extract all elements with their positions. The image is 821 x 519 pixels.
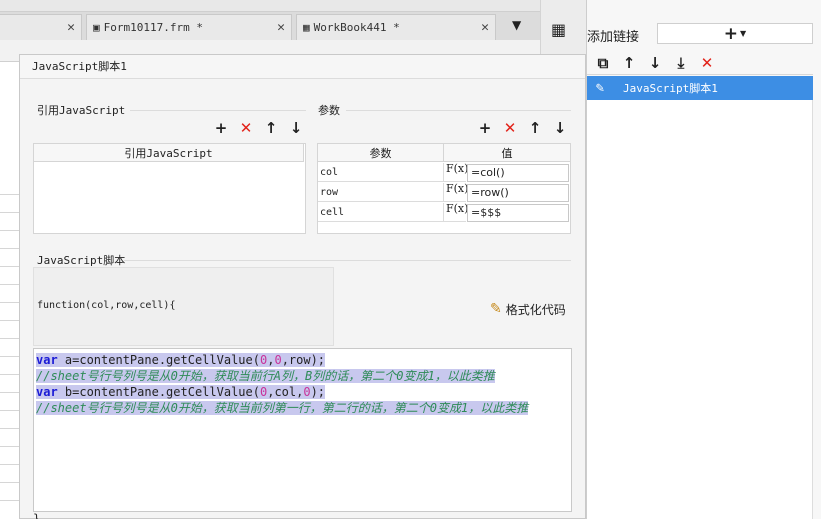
closing-brace: } [33,512,41,519]
tab-previous[interactable]: ✕ [0,14,82,40]
delete-icon[interactable]: ✕ [697,53,717,73]
keyword: var [36,385,58,399]
tab-workbook[interactable]: ▦ WorkBook441 * ✕ [296,14,496,40]
copy-icon[interactable]: ⧉ [593,53,613,73]
number-literal: 0 [303,385,311,399]
move-up-icon[interactable]: ↑ [526,119,544,137]
file-icon: ▣ [93,21,100,34]
param-column-header: 参数 [318,144,444,162]
grid-icon[interactable]: ▦ [551,20,566,39]
params-table: 参数 值 col F(x) =col() row F(x) =row() cel… [317,143,571,234]
keyword: var [36,353,58,367]
code-line: //sheet号行号列号是从0开始，获取当前列第一行，第二行的话，第二个0变成1… [36,400,569,416]
tab-menu-icon[interactable]: ▼ [512,18,521,32]
ref-js-column-header: 引用JavaScript [34,144,304,162]
add-link-button[interactable]: + ▼ [657,23,813,44]
code-comment: //sheet号行号列号是从0开始，获取当前行A列，B列的话，第二个0变成1，以… [36,369,495,383]
function-signature: function(col,row,cell){ [37,300,176,311]
code-text: b=contentPane.getCellValue( [57,385,260,399]
format-code-label: 格式化代码 [505,302,566,317]
format-code-button[interactable]: ✎ 格式化代码 [490,300,566,318]
params-section-title: 参数 [318,104,340,117]
close-icon[interactable]: ✕ [67,20,75,35]
hyperlink-panel: 添加链接 + ▼ ⧉ ↑ ↓ ⤓ ✕ ✎ JavaScript脚本1 [586,0,821,519]
add-icon[interactable]: + [476,119,494,137]
delete-icon[interactable]: ✕ [501,119,519,137]
param-name-cell[interactable]: col [318,163,444,182]
script-section-title: JavaScript脚本 [37,254,126,267]
ref-js-section-title: 引用JavaScript [37,104,126,117]
move-up-icon[interactable]: ↑ [619,53,639,73]
number-literal: 0 [274,353,282,367]
code-line: var a=contentPane.getCellValue(0,0,row); [36,352,569,368]
delete-icon[interactable]: ✕ [237,119,255,137]
dialog-title: JavaScript脚本1 [20,55,585,79]
link-toolbar: ⧉ ↑ ↓ ⤓ ✕ [587,51,813,75]
divider [346,110,571,111]
grid-icon: ▦ [303,21,310,34]
dropdown-icon: ▼ [740,29,747,38]
link-item[interactable]: ✎ JavaScript脚本1 [587,76,813,100]
link-item-label: JavaScript脚本1 [623,82,718,95]
code-text: ); [310,385,326,399]
formula-icon[interactable]: F(x) [444,183,468,202]
ref-js-table: 引用JavaScript [33,143,306,234]
pencil-icon: ✎ [595,80,605,96]
add-link-label: 添加链接 [587,30,640,45]
add-icon[interactable]: + [212,119,230,137]
javascript-dialog: JavaScript脚本1 引用JavaScript + ✕ ↑ ↓ 引用Jav… [19,54,586,519]
close-icon[interactable]: ✕ [481,20,489,35]
background-sheet [0,62,19,519]
function-signature-box: function(col,row,cell){ [33,267,334,346]
param-name-cell[interactable]: cell [318,203,444,222]
add-link-button-label: + [723,23,739,44]
code-text: ,row); [281,353,326,367]
close-icon[interactable]: ✕ [277,20,285,35]
code-line: var b=contentPane.getCellValue(0,col,0); [36,384,569,400]
background-toolbar [0,0,540,12]
param-value-field[interactable]: =$$$ [467,204,569,222]
move-bottom-icon[interactable]: ⤓ [671,53,691,73]
move-down-icon[interactable]: ↓ [287,119,305,137]
code-comment: //sheet号行号列号是从0开始，获取当前列第一行，第二行的话，第二个0变成1… [36,401,529,415]
divider [130,110,306,111]
formula-icon[interactable]: F(x) [444,203,468,222]
tab-label: WorkBook441 * [313,21,400,34]
param-value-field[interactable]: =row() [467,184,569,202]
move-down-icon[interactable]: ↓ [645,53,665,73]
code-text: ,col, [267,385,304,399]
code-editor[interactable]: var a=contentPane.getCellValue(0,0,row);… [33,348,572,512]
formula-icon[interactable]: F(x) [444,163,468,182]
tab-label: Form10117.frm * [103,21,203,34]
broom-icon: ✎ [490,301,502,317]
param-value-field[interactable]: =col() [467,164,569,182]
tab-form[interactable]: ▣ Form10117.frm * ✕ [86,14,292,40]
move-down-icon[interactable]: ↓ [551,119,569,137]
value-column-header: 值 [444,144,570,162]
divider [124,260,571,261]
param-name-cell[interactable]: row [318,183,444,202]
code-text: a=contentPane.getCellValue( [57,353,260,367]
move-up-icon[interactable]: ↑ [262,119,280,137]
editor-tab-bar: ✕ ▣ Form10117.frm * ✕ ▦ WorkBook441 * ✕ … [0,12,540,40]
code-line: //sheet号行号列号是从0开始，获取当前行A列，B列的话，第二个0变成1，以… [36,368,569,384]
link-list [587,100,813,519]
